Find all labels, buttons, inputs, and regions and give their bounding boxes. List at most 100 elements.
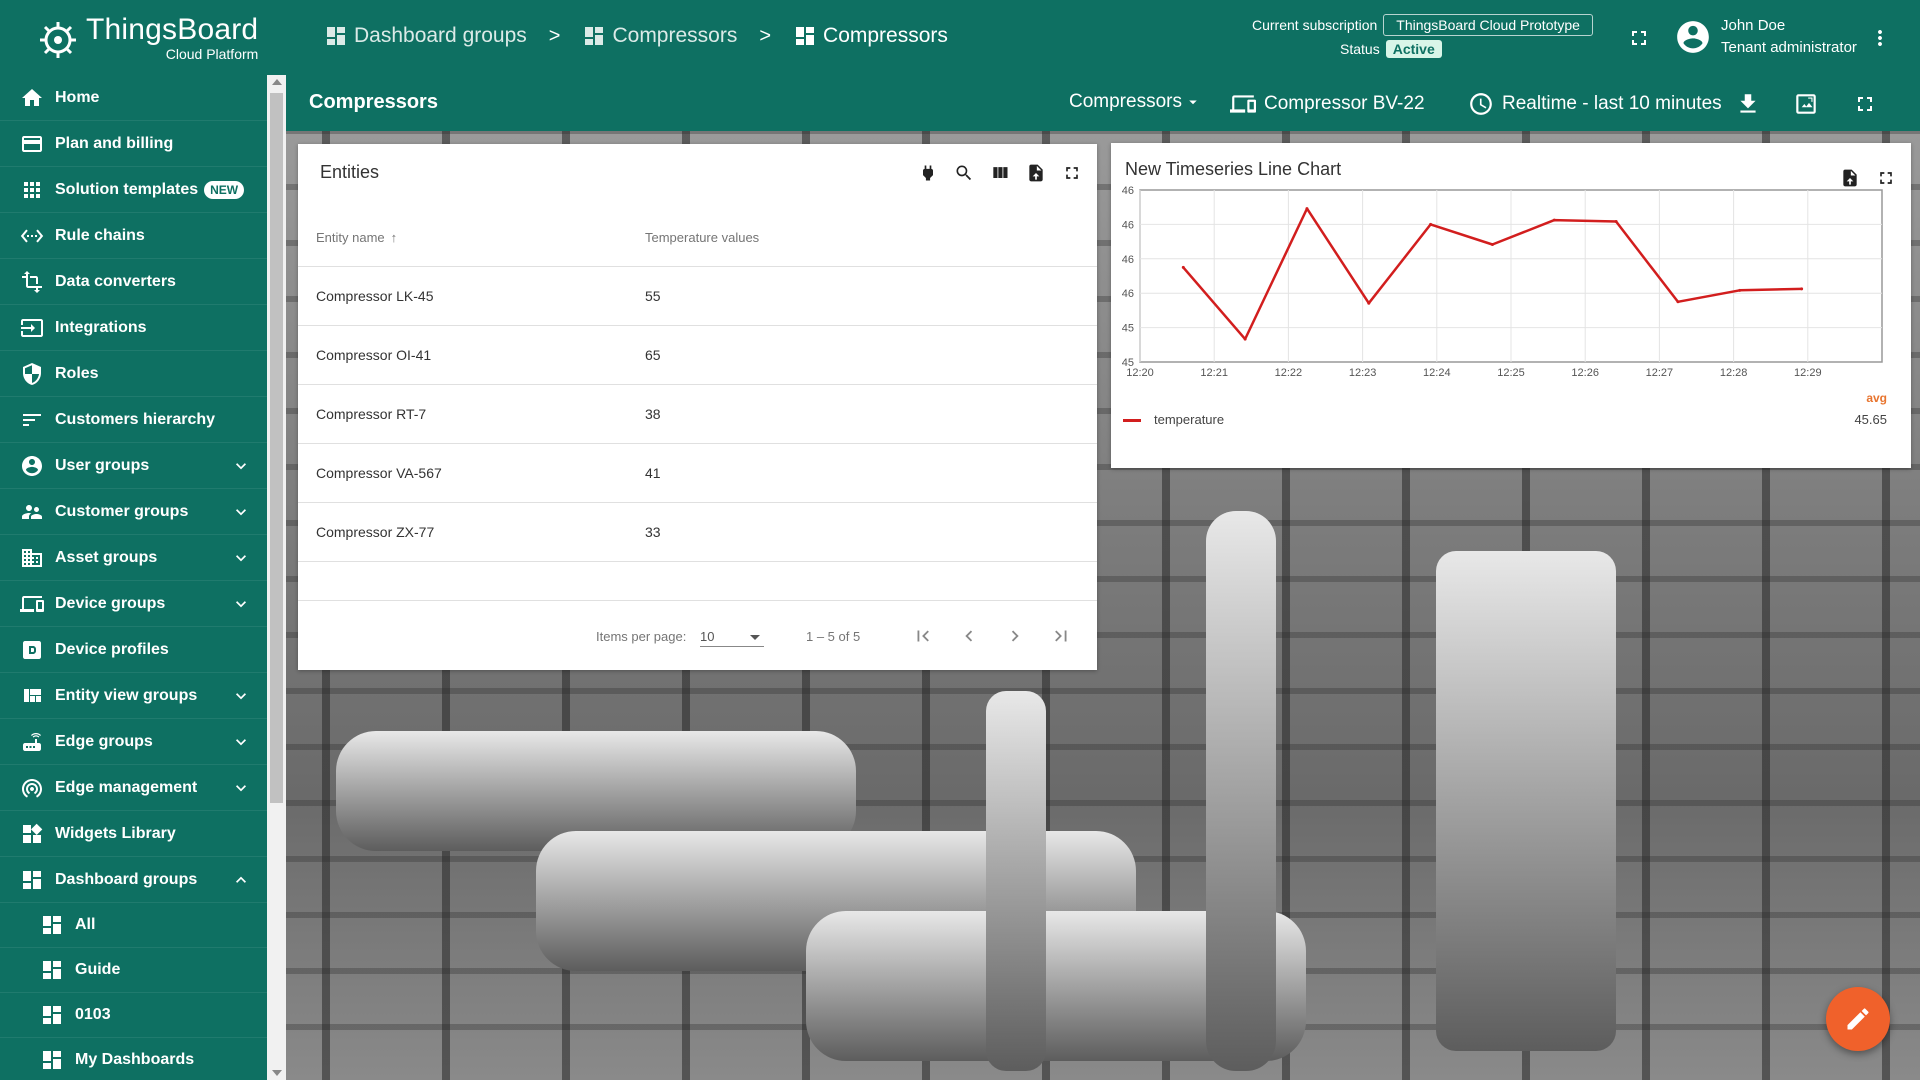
input-icon — [21, 318, 43, 337]
scroll-down-arrow[interactable] — [272, 1070, 282, 1076]
sidebar-item-customers-hierarchy[interactable]: Customers hierarchy — [0, 397, 267, 443]
sidebar-item-edge-groups[interactable]: Edge groups — [0, 719, 267, 765]
edit-dashboard-button[interactable] — [1826, 987, 1890, 1051]
sidebar-item-home[interactable]: Home — [0, 75, 267, 121]
breadcrumb-dashboard-groups[interactable]: Dashboard groups — [324, 24, 527, 48]
chevron-down-icon[interactable] — [231, 732, 251, 752]
table-row[interactable]: Compressor RT-7 38 — [298, 384, 1097, 444]
scroll-up-arrow[interactable] — [272, 79, 282, 85]
background-column — [986, 691, 1046, 1071]
column-header-label: Entity name — [316, 230, 385, 246]
new-badge: NEW — [204, 180, 245, 199]
sidebar-item-rule-chains[interactable]: Rule chains — [0, 213, 267, 259]
sidebar-item-label: Rule chains — [55, 226, 145, 244]
sidebar-item-plan-and-billing[interactable]: Plan and billing — [0, 121, 267, 167]
breadcrumb-label: Dashboard groups — [354, 24, 527, 47]
sidebar-item-device-groups[interactable]: Device groups — [0, 581, 267, 627]
sidebar-item-roles[interactable]: Roles — [0, 351, 267, 397]
sidebar-item-asset-groups[interactable]: Asset groups — [0, 535, 267, 581]
subscription-plan-button[interactable]: ThingsBoard Cloud Prototype — [1383, 14, 1593, 36]
table-row[interactable]: Compressor OI-41 65 — [298, 325, 1097, 385]
last-page-button[interactable] — [1046, 621, 1076, 651]
account-avatar-icon[interactable] — [1674, 18, 1712, 56]
breadcrumb-label: Compressors — [823, 24, 948, 47]
sidebar-item-edge-management[interactable]: Edge management — [0, 765, 267, 811]
line-chart: 12:20 12:21 12:22 12:23 12:24 12:25 12:26 12:27… — [1122, 185, 1883, 379]
chevron-down-icon[interactable] — [231, 502, 251, 522]
chevron-down-icon[interactable] — [231, 686, 251, 706]
entity-source-button[interactable] — [910, 158, 946, 188]
cell-entity-name: Compressor RT-7 — [298, 384, 645, 444]
apps-grid-icon — [24, 181, 40, 198]
sidebar-scrollbar[interactable] — [267, 75, 286, 1080]
file-export-icon — [1029, 164, 1043, 182]
sidebar-subitem-all[interactable]: All — [0, 903, 267, 948]
widget-fullscreen-button[interactable] — [1054, 158, 1090, 188]
sidebar-item-widgets-library[interactable]: Widgets Library — [0, 811, 267, 857]
export-image-icon[interactable] — [1793, 91, 1819, 117]
next-page-button[interactable] — [1000, 621, 1030, 651]
sidebar-subitem-guide[interactable]: Guide — [0, 948, 267, 993]
breadcrumb-current-dashboard: Compressors — [793, 24, 948, 48]
sidebar-item-label: Device profiles — [55, 640, 169, 658]
x-tick-label: 12:28 — [1720, 367, 1748, 379]
entity-select[interactable]: Compressor BV-22 — [1230, 91, 1425, 117]
chevron-up-icon[interactable] — [231, 870, 251, 890]
chevron-down-icon[interactable] — [231, 594, 251, 614]
table-row[interactable]: Compressor VA-567 41 — [298, 443, 1097, 503]
export-button[interactable] — [1018, 158, 1054, 188]
thingsboard-logo-icon — [40, 21, 76, 58]
sidebar-item-data-converters[interactable]: Data converters — [0, 259, 267, 305]
device-profile-icon — [23, 640, 41, 659]
credit-card-icon — [20, 132, 44, 156]
sidebar-subitem-0103[interactable]: 0103 — [0, 993, 267, 1038]
logo[interactable]: ThingsBoard Cloud Platform — [0, 0, 286, 75]
view-quilt-icon — [24, 688, 41, 702]
items-per-page-select[interactable]: 10 — [700, 625, 764, 647]
fullscreen-icon[interactable] — [1853, 92, 1877, 116]
timewindow-button[interactable]: Realtime - last 10 minutes — [1468, 91, 1722, 117]
sidebar-item-user-groups[interactable]: User groups — [0, 443, 267, 489]
column-header-entity-name[interactable]: Entity name ↑ — [298, 210, 645, 267]
devices-icon — [20, 595, 44, 612]
legend-series-name[interactable]: temperature — [1154, 412, 1224, 427]
chevron-down-icon — [236, 601, 246, 608]
user-role: Tenant administrator — [1721, 39, 1857, 56]
y-tick-label: 45 — [1122, 357, 1134, 369]
status-label: Status — [1340, 41, 1380, 57]
background-column — [1206, 511, 1276, 1071]
legend-swatch — [1123, 419, 1141, 422]
sidebar-item-integrations[interactable]: Integrations — [0, 305, 267, 351]
sidebar-item-device-profiles[interactable]: Device profiles — [0, 627, 267, 673]
input-icon — [20, 316, 44, 340]
chevron-down-icon[interactable] — [231, 548, 251, 568]
chevron-down-icon[interactable] — [231, 456, 251, 476]
sidebar-item-label: All — [75, 916, 96, 933]
arrow-drop-down-icon — [750, 635, 760, 640]
scrollbar-thumb[interactable] — [270, 93, 283, 803]
sidebar-item-label: User groups — [55, 456, 150, 474]
y-tick-label: 46 — [1122, 185, 1134, 197]
breadcrumb-compressors-group[interactable]: Compressors — [582, 24, 737, 48]
first-page-button[interactable] — [908, 621, 938, 651]
plug-icon — [923, 165, 933, 181]
columns-button[interactable] — [982, 158, 1018, 188]
settings-ethernet-icon — [20, 224, 44, 248]
download-icon[interactable] — [1735, 91, 1761, 117]
sidebar-item-dashboard-groups[interactable]: Dashboard groups — [0, 857, 267, 903]
fullscreen-icon[interactable] — [1627, 26, 1651, 50]
column-header-temperature[interactable]: Temperature values — [645, 210, 1097, 267]
sidebar-subitem-my-dashboards[interactable]: My Dashboards — [0, 1038, 267, 1080]
previous-page-button[interactable] — [954, 621, 984, 651]
table-row[interactable]: Compressor ZX-77 33 — [298, 502, 1097, 562]
sidebar-item-solution-templates[interactable]: Solution templates NEW — [0, 167, 267, 213]
chevron-down-icon[interactable] — [231, 778, 251, 798]
data-point — [1367, 301, 1371, 305]
sidebar-item-customer-groups[interactable]: Customer groups — [0, 489, 267, 535]
more-vert-icon[interactable] — [1868, 26, 1892, 50]
dashboard-state-select[interactable]: Compressors — [1069, 91, 1202, 113]
dashboard-icon — [796, 27, 815, 45]
table-row[interactable]: Compressor LK-45 55 — [298, 266, 1097, 326]
search-button[interactable] — [946, 158, 982, 188]
sidebar-item-entity-view-groups[interactable]: Entity view groups — [0, 673, 267, 719]
